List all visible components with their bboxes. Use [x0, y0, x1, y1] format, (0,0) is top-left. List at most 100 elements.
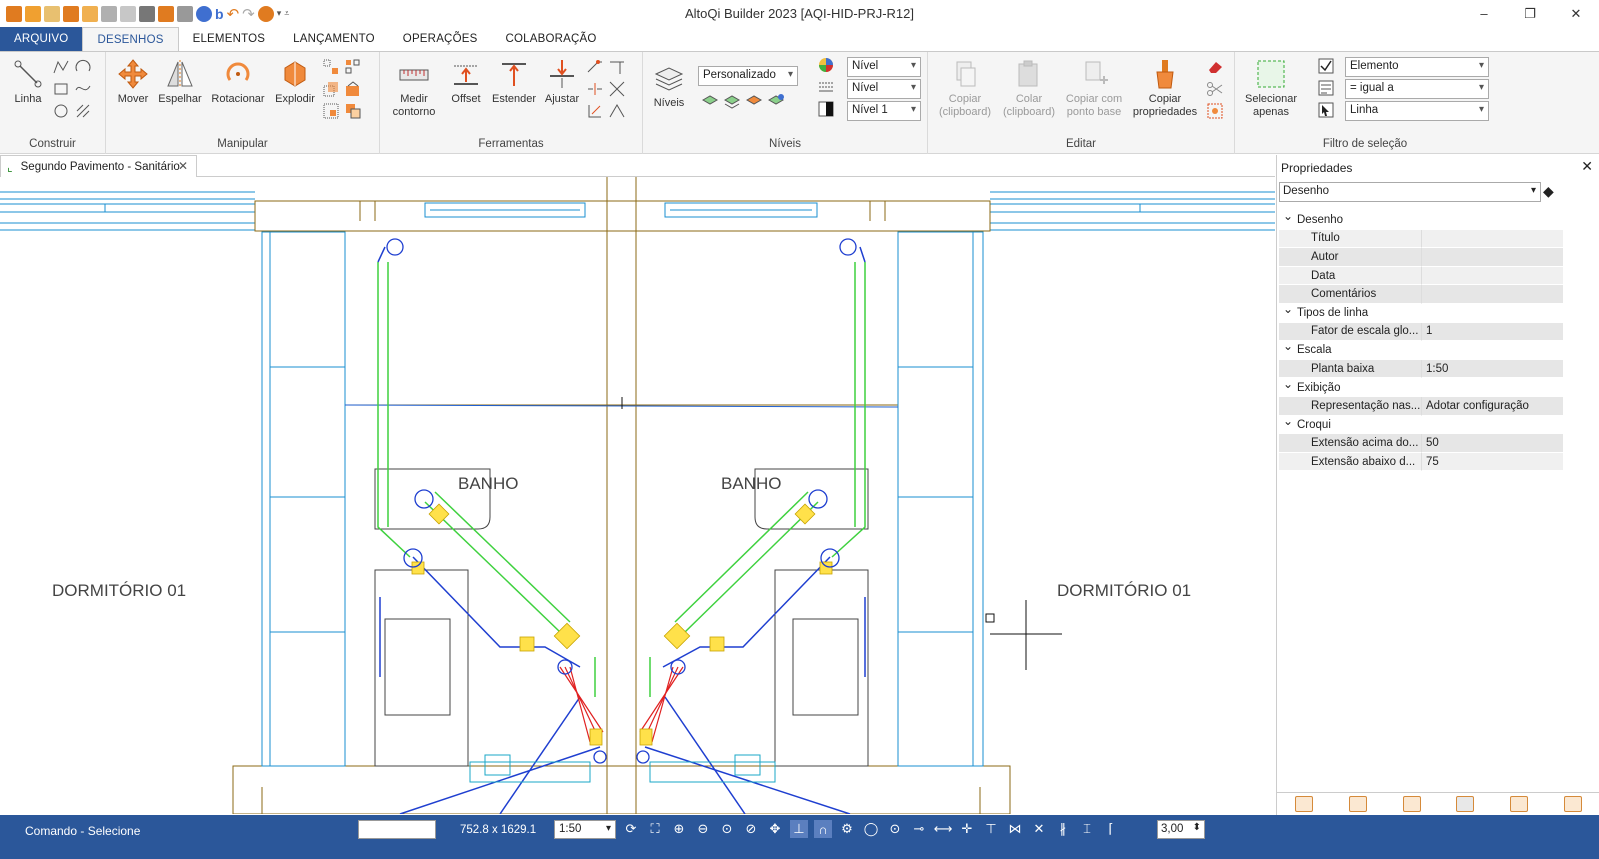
copiar-clipboard-button[interactable]: Copiar (clipboard) [936, 58, 994, 119]
property-row[interactable]: Planta baixa 1:50 [1279, 359, 1563, 379]
property-category[interactable]: Croqui [1279, 414, 1563, 435]
tab-desenhos[interactable]: DESENHOS [82, 27, 179, 51]
refresh-icon[interactable] [196, 5, 212, 22]
scissors-icon[interactable] [1206, 80, 1224, 98]
ajustar-button[interactable]: Ajustar [540, 58, 584, 106]
print-icon[interactable] [139, 5, 155, 22]
property-value[interactable] [1421, 229, 1563, 249]
layer-state-icon-2[interactable] [723, 92, 741, 110]
property-value[interactable]: Adotar configuração [1421, 396, 1563, 416]
ortho-icon[interactable]: ⊥ [790, 820, 808, 838]
snap-magnet-icon[interactable]: ∩ [814, 820, 832, 838]
filter-property-icon[interactable] [1317, 79, 1335, 97]
arc-icon[interactable] [74, 58, 92, 76]
line-width-stepper[interactable]: 3,00 [1157, 820, 1205, 839]
osnap-midpoint-icon[interactable]: ⟷ [934, 820, 953, 838]
osnap-endpoint-icon[interactable]: ⊸ [910, 820, 928, 838]
customize-qat-icon[interactable]: ⩡ [284, 8, 289, 19]
app-logo-icon[interactable] [6, 5, 22, 22]
spline-icon[interactable] [74, 80, 92, 98]
bim-icon[interactable]: b [215, 6, 224, 22]
export-icon[interactable] [120, 5, 136, 22]
osnap-extension-icon[interactable]: ✕ [1030, 820, 1048, 838]
redo-icon[interactable]: ↷ [242, 5, 255, 23]
lineweight-level-combo[interactable]: Nível 1 [847, 101, 921, 121]
fillet-icon[interactable] [586, 58, 604, 76]
lineweight-status-icon[interactable]: ⌈ [1102, 820, 1120, 838]
property-category[interactable]: Tipos de linha [1279, 302, 1563, 323]
divide-icon[interactable] [608, 102, 626, 120]
property-category[interactable]: Exibição [1279, 377, 1563, 397]
filter-element-combo[interactable]: Elemento [1345, 57, 1489, 77]
property-category[interactable]: Desenho [1279, 209, 1563, 230]
property-row[interactable]: Extensão abaixo d... 75 [1279, 452, 1563, 472]
filter-value-combo[interactable]: Linha [1345, 101, 1489, 121]
array-icon[interactable] [344, 58, 362, 76]
copy-array-icon[interactable] [322, 58, 340, 76]
estender-button[interactable]: Estender [490, 58, 538, 106]
layer-state-icon-4[interactable] [767, 92, 785, 110]
maximize-button[interactable]: ❐ [1507, 0, 1553, 27]
save-icon[interactable] [63, 5, 79, 22]
panel-tab-icon-6[interactable] [1564, 796, 1583, 812]
property-value[interactable]: 1 [1421, 322, 1563, 342]
pan-icon[interactable]: ✥ [766, 820, 784, 838]
document-tab[interactable]: ⌞ Segundo Pavimento - Sanitário ✕ [0, 155, 197, 177]
espelhar-button[interactable]: Espelhar [156, 58, 204, 106]
minimize-button[interactable]: – [1461, 0, 1507, 27]
copiar-ponto-base-button[interactable]: Copiar com ponto base [1062, 58, 1126, 119]
niveis-button[interactable]: Níveis [649, 62, 689, 110]
close-tab-icon[interactable]: ✕ [178, 159, 188, 173]
linha-button[interactable]: Linha [8, 58, 48, 106]
command-input[interactable] [358, 820, 436, 839]
panel-tab-icon-5[interactable] [1510, 796, 1529, 812]
zoom-out-icon[interactable]: ⊖ [694, 820, 712, 838]
copy-icon[interactable] [177, 5, 193, 22]
osnap-parallel-icon[interactable]: ∦ [1054, 820, 1072, 838]
property-value[interactable]: 75 [1421, 452, 1563, 472]
property-row[interactable]: Comentários [1279, 285, 1563, 304]
layer-state-icon-1[interactable] [701, 92, 719, 110]
new-file-icon[interactable] [25, 5, 41, 22]
zoom-previous-icon[interactable]: ⊘ [742, 820, 760, 838]
filter-pick-icon[interactable] [1317, 101, 1335, 119]
panel-tab-icon-1[interactable] [1294, 796, 1313, 812]
property-value[interactable]: 1:50 [1421, 359, 1563, 379]
zoom-window-icon[interactable]: ⊙ [718, 820, 736, 838]
property-row[interactable]: Título [1279, 229, 1563, 249]
shapes-icon[interactable]: ◆ [1543, 183, 1554, 200]
filter-operator-combo[interactable]: = igual a [1345, 79, 1489, 99]
properties-selector[interactable]: Desenho [1279, 182, 1541, 202]
chamfer-icon[interactable] [608, 58, 626, 76]
property-row[interactable]: Fator de escala glo... 1 [1279, 322, 1563, 342]
scale-combo[interactable]: 1:50 [554, 820, 616, 839]
osnap-nearest-icon[interactable]: ⋈ [1006, 820, 1024, 838]
floor-plan-drawing[interactable]: DORMITÓRIO 01 DORMITÓRIO 01 BANHO BANHO [0, 177, 1275, 814]
property-category[interactable]: Escala [1279, 339, 1563, 360]
osnap-quadrant-icon[interactable]: ⌶ [1078, 820, 1096, 838]
circle-icon[interactable] [52, 102, 70, 120]
zoom-in-icon[interactable]: ⊕ [670, 820, 688, 838]
osnap-center-icon[interactable]: ⊙ [886, 820, 904, 838]
property-row[interactable]: Representação nas... Adotar configuração [1279, 396, 1563, 416]
save-all-icon[interactable] [101, 5, 117, 22]
regen-icon[interactable]: ⟳ [622, 820, 640, 838]
hatch-icon[interactable] [74, 102, 92, 120]
linetype-icon[interactable] [817, 78, 835, 96]
panel-tab-icon-4[interactable] [1456, 796, 1475, 812]
zoom-extents-icon[interactable]: ⛶ [646, 820, 664, 838]
close-properties-icon[interactable]: ✕ [1581, 158, 1593, 175]
tab-arquivo[interactable]: ARQUIVO [0, 27, 83, 51]
eraser-icon[interactable] [1206, 58, 1224, 76]
medir-contorno-button[interactable]: Medir contorno [392, 58, 436, 119]
tab-colaboracao[interactable]: COLABORAÇÃO [491, 27, 610, 51]
panel-tab-icon-2[interactable] [1348, 796, 1367, 812]
colar-clipboard-button[interactable]: Colar (clipboard) [1000, 58, 1058, 119]
lineweight-icon[interactable] [817, 100, 835, 118]
close-button[interactable]: ✕ [1553, 0, 1599, 27]
tab-elementos[interactable]: ELEMENTOS [179, 27, 280, 51]
layer-state-icon-3[interactable] [745, 92, 763, 110]
group-objects-icon[interactable] [344, 80, 362, 98]
color-level-combo[interactable]: Nível [847, 57, 921, 77]
scale-icon[interactable] [322, 80, 340, 98]
